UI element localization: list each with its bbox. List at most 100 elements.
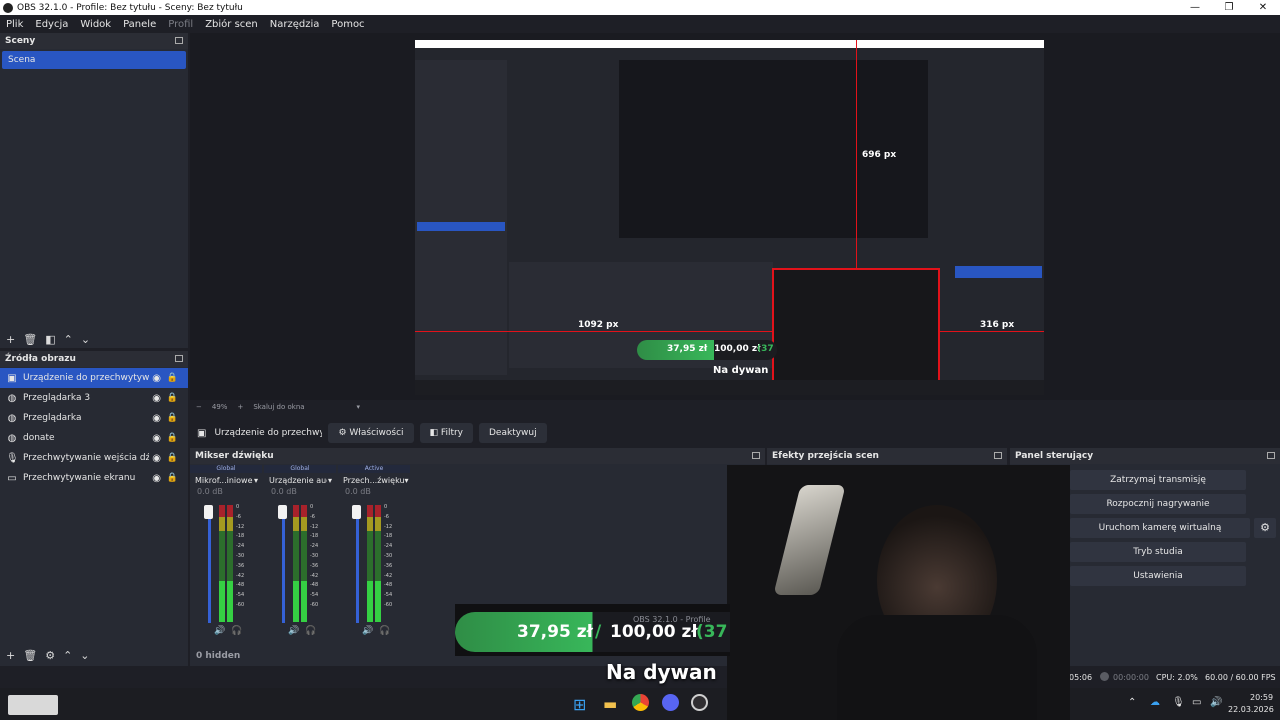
eye-icon[interactable]: ◉ (152, 453, 161, 464)
lock-icon[interactable]: 🔒 (167, 373, 178, 383)
source-item[interactable]: ▭ Przechwytywanie ekranu ◉ 🔒 (0, 468, 188, 488)
menu-help[interactable]: Pomoc (325, 19, 370, 30)
volume-slider[interactable] (208, 513, 211, 623)
move-up-icon[interactable]: ⌃ (64, 333, 73, 346)
mixer-channel: Global Urządzenie audio▾ 0.0 dB 0-6-12-1… (264, 465, 336, 645)
gear-icon[interactable]: ⚙ (1254, 518, 1276, 538)
menu-file[interactable]: Plik (0, 19, 29, 30)
eye-icon[interactable]: ◉ (152, 393, 161, 404)
volume-slider[interactable] (282, 513, 285, 623)
maximize-icon[interactable]: ❐ (1212, 0, 1246, 15)
source-item[interactable]: ▣ Urządzenie do przechwytywania ◉🔒 (0, 368, 188, 388)
level-meter (301, 505, 307, 622)
move-down-icon[interactable]: ⌄ (80, 649, 89, 662)
level-meter (219, 505, 225, 622)
menu-scene-collection[interactable]: Zbiór scen (199, 19, 264, 30)
channel-name[interactable]: Mikrof...iniowe ▾ (190, 473, 262, 485)
eye-icon[interactable]: ◉ (152, 433, 161, 444)
zoom-in-icon[interactable]: + (237, 403, 243, 411)
clock-date[interactable]: 22.03.2026 (1228, 705, 1274, 714)
undock-icon[interactable] (994, 452, 1002, 459)
filter-icon[interactable]: ◧ (45, 333, 55, 346)
camera-icon: ▣ (197, 427, 207, 439)
channel-name[interactable]: Urządzenie audio▾ (264, 473, 336, 485)
menu-docks[interactable]: Panele (117, 19, 162, 30)
trash-icon[interactable]: 🗑 (23, 649, 37, 662)
widgets-icon[interactable] (8, 695, 58, 715)
menu-profile[interactable]: Profil (162, 19, 199, 30)
lock-icon[interactable]: 🔒 (167, 433, 178, 443)
undock-icon[interactable] (175, 37, 183, 44)
channel-name[interactable]: Przech...źwięku ▾ (338, 473, 410, 485)
eye-icon[interactable]: ◉ (152, 413, 161, 424)
speaker-icon[interactable]: 🔊 (362, 626, 373, 636)
trash-icon[interactable]: 🗑 (23, 333, 37, 346)
add-icon[interactable]: + (6, 333, 15, 346)
settings-button[interactable]: Ustawienia (1070, 566, 1246, 586)
stop-stream-button[interactable]: Zatrzymaj transmisję (1070, 470, 1246, 490)
db-scale: 0 -6 -12 -18 -24 -30 -36 -42 -48 -54 -60 (384, 504, 393, 608)
source-item[interactable]: ◍ Przeglądarka 3 ◉ 🔒 (0, 388, 188, 408)
chevron-down-icon[interactable]: ▾ (357, 403, 361, 411)
clock-time[interactable]: 20:59 (1250, 693, 1273, 702)
windows-start-icon[interactable]: ⊞ (573, 695, 586, 714)
volume-knob[interactable] (278, 505, 287, 519)
globe-icon: ◍ (7, 392, 17, 404)
undock-icon[interactable] (1267, 452, 1275, 459)
source-item[interactable]: ◍ donate ◉ 🔒 (0, 428, 188, 448)
lock-icon[interactable]: 🔒 (167, 393, 178, 403)
eye-icon[interactable]: ◉ (152, 373, 161, 384)
zoom-out-icon[interactable]: − (196, 403, 202, 411)
level-meter (375, 505, 381, 622)
donation-overlay: 37,95 zł / 100,00 zł (37 OBS 32.1.0 - Pr… (455, 604, 730, 656)
gear-icon: ⚙ (338, 428, 347, 438)
gear-icon[interactable]: ⚙ (45, 649, 55, 662)
filters-button[interactable]: ◧ Filtry (419, 423, 473, 443)
hidden-count[interactable]: 0 hidden (196, 651, 240, 661)
menu-tools[interactable]: Narzędzia (264, 19, 326, 30)
speaker-icon[interactable]: 🔊 (288, 626, 299, 636)
source-item[interactable]: 🎙 Przechwytywanie wejścia dźwięku ◉🔒 (0, 448, 188, 468)
menu-edit[interactable]: Edycja (29, 19, 74, 30)
volume-knob[interactable] (352, 505, 361, 519)
zoom-level: 49% (211, 403, 228, 411)
volume-knob[interactable] (204, 505, 213, 519)
menu-view[interactable]: Widok (74, 19, 117, 30)
speaker-icon[interactable]: 🔊 (214, 626, 225, 636)
undock-icon[interactable] (752, 452, 760, 459)
move-up-icon[interactable]: ⌃ (63, 649, 72, 662)
virtual-camera-button[interactable]: Uruchom kamerę wirtualną (1070, 518, 1250, 538)
discord-icon[interactable] (662, 694, 679, 711)
tray-chevron-icon[interactable]: ⌃ (1128, 697, 1136, 708)
level-meter (293, 505, 299, 622)
volume-slider[interactable] (356, 513, 359, 623)
donation-separator: / (595, 622, 602, 642)
properties-button[interactable]: ⚙ Właściwości (328, 423, 414, 443)
chrome-icon[interactable] (632, 694, 649, 711)
minimize-icon[interactable]: — (1178, 0, 1212, 15)
move-down-icon[interactable]: ⌄ (81, 333, 90, 346)
headphones-icon[interactable]: 🎧 (379, 626, 390, 636)
headphones-icon[interactable]: 🎧 (305, 626, 316, 636)
scale-to-window[interactable]: Skaluj do okna (253, 403, 304, 411)
undock-icon[interactable] (175, 355, 183, 362)
lock-icon[interactable]: 🔒 (167, 453, 178, 463)
volume-icon[interactable]: 🔊 (1210, 697, 1222, 708)
microphone-icon[interactable]: 🎙 (1172, 697, 1185, 708)
deactivate-button[interactable]: Deaktywuj (479, 423, 547, 443)
close-icon[interactable]: ✕ (1246, 0, 1280, 15)
studio-mode-button[interactable]: Tryb studia (1070, 542, 1246, 562)
add-icon[interactable]: + (6, 649, 15, 662)
headphones-icon[interactable]: 🎧 (231, 626, 242, 636)
folder-icon[interactable]: ▬ (603, 695, 617, 713)
lock-icon[interactable]: 🔒 (167, 413, 178, 423)
eye-icon[interactable]: ◉ (152, 473, 161, 484)
source-item[interactable]: ◍ Przeglądarka ◉ 🔒 (0, 408, 188, 428)
scene-item[interactable]: Scena (2, 51, 186, 69)
obs-icon[interactable] (691, 694, 708, 711)
monitor-icon[interactable]: ▭ (1192, 697, 1201, 708)
lock-icon[interactable]: 🔒 (167, 473, 178, 483)
ghost-window-title: OBS 32.1.0 - Profile (633, 615, 711, 624)
cloud-icon[interactable]: ☁ (1150, 697, 1160, 708)
start-recording-button[interactable]: Rozpocznij nagrywanie (1070, 494, 1246, 514)
